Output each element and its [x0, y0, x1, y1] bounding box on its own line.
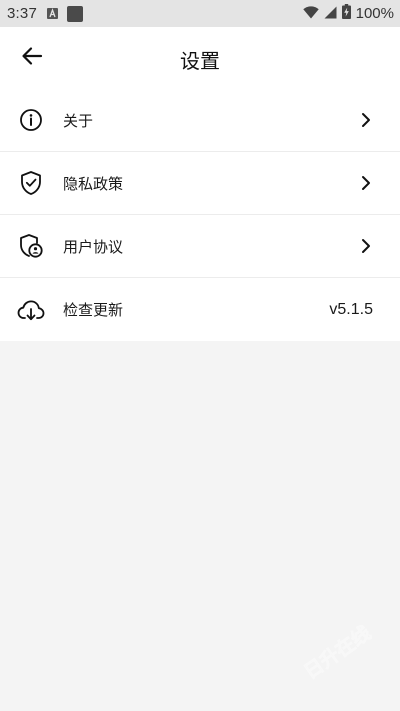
settings-item-user-agreement[interactable]: 用户协议 — [0, 215, 400, 278]
back-button[interactable] — [18, 44, 46, 72]
app-header: 设置 — [0, 27, 400, 89]
cellular-signal-icon — [324, 5, 337, 23]
status-time: 3:37 — [7, 5, 37, 22]
chevron-right-icon — [358, 238, 374, 254]
settings-item-label: 隐私政策 — [63, 174, 124, 193]
battery-percentage: 100% — [355, 5, 394, 22]
chevron-right-icon — [358, 175, 374, 191]
app-notification-icon — [47, 8, 58, 19]
shield-check-icon — [17, 169, 45, 197]
status-bar: 3:37 100% — [0, 0, 400, 27]
settings-item-about[interactable]: 关于 — [0, 89, 400, 152]
settings-item-label: 检查更新 — [63, 301, 124, 319]
cloud-download-icon — [17, 296, 45, 324]
settings-item-label: 用户协议 — [63, 237, 124, 256]
settings-panel: 设置 关于 隐私政策 用户协议 检查更新 v5.1.5 — [0, 27, 400, 341]
settings-item-label: 关于 — [63, 111, 94, 130]
shield-user-icon — [17, 232, 45, 260]
settings-item-privacy-policy[interactable]: 隐私政策 — [0, 152, 400, 215]
version-text: v5.1.5 — [329, 300, 373, 318]
chevron-right-icon — [358, 112, 374, 128]
watermark-text: 日升在线 — [300, 622, 375, 684]
settings-item-check-update[interactable]: 检查更新 v5.1.5 — [0, 278, 400, 341]
wifi-icon — [302, 5, 319, 23]
watermark-logo: 日升在线 — [292, 607, 382, 697]
arrow-left-icon — [21, 45, 43, 71]
info-icon — [17, 106, 45, 134]
page-title: 设置 — [180, 48, 220, 73]
notification-square-icon — [67, 5, 83, 22]
settings-list: 关于 隐私政策 用户协议 检查更新 v5.1.5 — [0, 89, 400, 341]
battery-charging-icon — [341, 4, 351, 23]
